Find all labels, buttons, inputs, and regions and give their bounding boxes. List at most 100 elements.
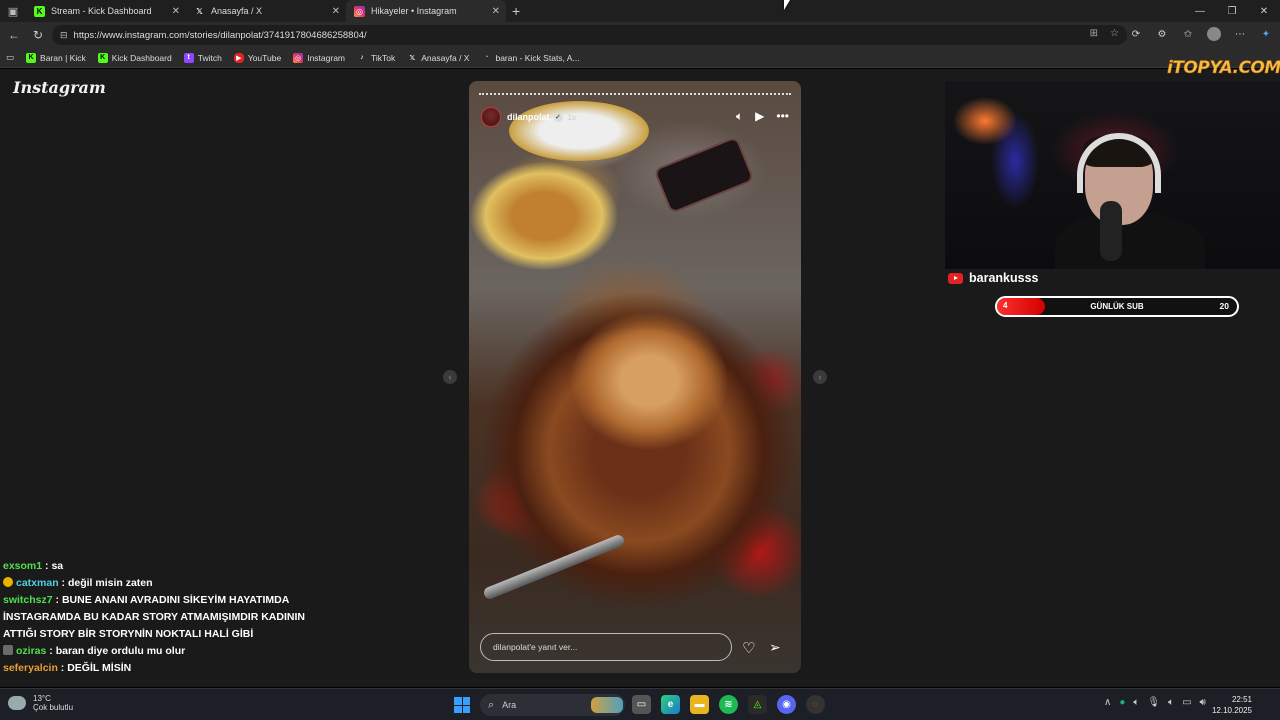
previous-story-icon[interactable]: ‹ [443,370,457,384]
url-field[interactable]: ⊟ https://www.instagram.com/stories/dila… [52,25,1127,45]
tab-x[interactable]: 𝕏 Anasayfa / X ✕ [186,0,346,22]
close-icon[interactable]: ✕ [332,6,340,17]
bookmark-youtube[interactable]: ▶ YouTube [233,52,282,63]
tab-bar: ▣ K Stream - Kick Dashboard ✕ 𝕏 Anasayfa… [0,0,1280,22]
copilot-icon[interactable]: ✦ [1258,26,1274,42]
bookmark-label: Kick Dashboard [111,52,172,63]
network-icon[interactable]: ▭ [1182,697,1191,708]
tray-app-icon[interactable]: ● [1119,697,1125,708]
kick-app-icon[interactable]: ◬ [748,695,767,714]
mouse-cursor-icon [784,0,790,10]
chat-username: exsom1 [3,560,43,572]
x-icon: 𝕏 [196,6,203,16]
new-tab-icon[interactable]: + [512,3,520,19]
story-progress-bar [479,93,791,95]
sub-goal-target: 20 [1219,301,1229,311]
chat-message: değil misin zaten [67,577,153,589]
chat-message: baran diye ordulu mu olur [55,645,186,657]
microphone-icon[interactable]: 🎙︎ [1147,697,1160,708]
chat-line: exsom1 : sa [3,560,64,572]
tab-kick-dashboard[interactable]: K Stream - Kick Dashboard ✕ [26,0,186,22]
taskbar-clock[interactable]: 22:51 12.10.2025 [1212,694,1252,716]
chat-message: sa [51,560,64,572]
favorite-star-icon[interactable]: ☆ [1110,28,1119,39]
tab-actions-icon[interactable]: ▣ [0,0,26,22]
volume-icon[interactable]: 🔊︎ [1200,697,1206,708]
bookmark-tiktok[interactable]: ♪ TikTok [357,53,395,63]
speaker-icon[interactable]: 🔈︎ [1168,697,1174,708]
bookmark-label: Instagram [307,52,346,63]
bookmark-kick-dashboard[interactable]: K Kick Dashboard [97,52,172,63]
clock-date: 12.10.2025 [1211,706,1252,715]
back-icon[interactable]: ← [2,22,26,48]
sub-goal-label: GÜNLÜK SUB [1090,302,1144,311]
tray-expand-icon[interactable]: ∧ [1104,697,1111,708]
taskbar-search[interactable]: ⌕ Ara [480,694,625,716]
task-view-icon[interactable]: ▭ [632,695,651,714]
bookmarks-sidebar-icon[interactable]: ▭ [6,52,14,63]
story-timestamp: 1s [567,112,576,122]
app-available-icon[interactable]: ⊞ [1090,28,1098,39]
more-menu-icon[interactable]: ⋯ [1232,26,1248,42]
chat-overlay: exsom1 : sa catxman : değil misin zaten … [3,550,333,677]
youtube-icon: ▶ [233,52,244,63]
bookmark-label: Twitch [197,52,222,63]
spotify-icon[interactable]: ≋ [719,695,738,714]
close-icon[interactable]: ✕ [492,6,500,17]
file-explorer-icon[interactable]: ▬ [690,695,709,714]
app-icon[interactable]: ◌ [806,695,825,714]
site-info-icon[interactable]: ⊟ [60,30,68,41]
weather-widget[interactable]: 13°C Çok bulutlu [8,694,73,712]
speaker-icon[interactable]: 🔈︎ [1133,697,1139,708]
bookmark-label: YouTube [247,52,282,63]
extension-icon[interactable]: ⚙ [1154,26,1170,42]
maximize-icon[interactable]: ❐ [1216,0,1248,22]
minimize-icon[interactable]: — [1184,0,1216,22]
start-icon[interactable] [454,697,470,713]
microphone [1100,201,1122,261]
more-options-icon[interactable]: ••• [776,109,789,124]
bookmark-label: Baran | Kick [40,52,86,63]
favorites-icon[interactable]: ✩ [1180,26,1196,42]
mute-icon[interactable]: 🔈︎ [736,109,743,124]
bookmark-label: baran - Kick Stats, A... [495,52,580,63]
story-image [569,311,729,451]
system-tray: ∧ ● 🔈︎ 🎙︎ 🔈︎ ▭ 🔊︎ [1104,697,1206,708]
close-icon[interactable]: ✕ [172,6,180,17]
chat-username: catxman [16,577,59,589]
reload-icon[interactable]: ↻ [26,22,50,48]
send-icon[interactable]: ➢ [769,639,781,656]
chat-username: seferyalcin [3,662,58,674]
story-image [653,135,755,215]
bookmark-x[interactable]: 𝕏 Anasayfa / X [407,53,469,63]
profile-avatar[interactable] [1206,26,1222,42]
story-username[interactable]: dilanpolat [507,112,550,122]
avatar[interactable] [481,107,501,127]
play-icon[interactable]: ▶ [755,109,764,124]
edge-icon[interactable]: e [661,695,680,714]
story-reply-input[interactable]: dilanpolat'e yanıt ver... [480,633,732,661]
like-heart-icon[interactable]: ♡ [742,639,755,657]
story-viewer[interactable]: dilanpolat ✓ 1s 🔈︎ ▶ ••• dilanpolat'e ya… [469,81,801,673]
stats-icon: ◔ [484,54,489,61]
bookmark-kick-stats[interactable]: ◔ baran - Kick Stats, A... [481,53,579,63]
tab-instagram[interactable]: ◎ Hikayeler • Instagram ✕ [346,0,506,22]
chat-line: oziras : baran diye ordulu mu olur [3,643,333,660]
story-image [469,161,619,271]
tab-title: Anasayfa / X [211,6,263,16]
next-story-icon[interactable]: › [813,370,827,384]
refresh-extension-icon[interactable]: ⟳ [1128,26,1144,42]
badge-icon [3,577,13,587]
instagram-logo[interactable]: Instagram [13,78,106,97]
close-window-icon[interactable]: ✕ [1248,0,1280,22]
discord-icon[interactable]: ◉ [777,695,796,714]
bookmark-baran-kick[interactable]: K Baran | Kick [26,52,86,63]
bookmark-twitch[interactable]: t Twitch [183,52,222,63]
windows-taskbar: 13°C Çok bulutlu ⌕ Ara ▭ e ▬ ≋ ◬ ◉ ◌ ∧ ●… [0,688,1280,720]
instagram-icon: ◎ [293,52,304,63]
reply-placeholder: dilanpolat'e yanıt ver... [493,642,578,652]
address-bar-row: ← ↻ ⊟ https://www.instagram.com/stories/… [0,22,1280,48]
instagram-icon: ◎ [354,5,365,17]
bookmark-instagram[interactable]: ◎ Instagram [293,52,346,63]
badge-icon [3,645,13,655]
